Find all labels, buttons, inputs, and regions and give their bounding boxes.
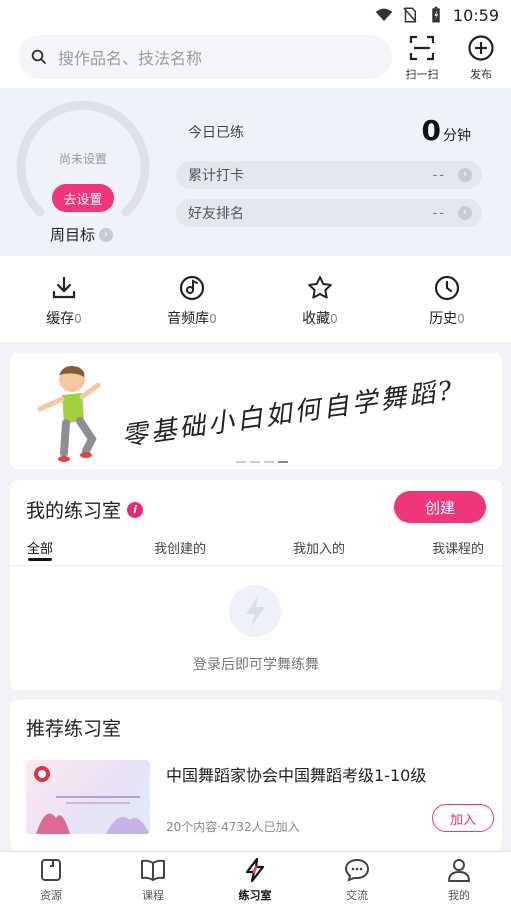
promo-banner[interactable]: 零基础小白如何自学舞蹈?	[10, 353, 502, 469]
nav-practice-room-label: 练习室	[238, 889, 272, 902]
rank-value: --	[432, 205, 446, 221]
today-practice-label: 今日已练	[188, 125, 244, 141]
favorites-label: 收藏	[302, 311, 331, 327]
room-title: 中国舞蹈家协会中国舞蹈考级1-10级	[166, 766, 427, 785]
chevron-right-icon: ›	[99, 227, 114, 242]
search-placeholder: 搜作品名、技法名称	[58, 49, 203, 68]
room-thumbnail-art	[34, 766, 150, 834]
search-input[interactable]: 搜作品名、技法名称	[18, 35, 392, 79]
my-practice-room-card: 我的练习室 i 创建 全部 我创建的 我加入的 我课程的 登录后即可学舞练舞	[10, 480, 502, 690]
practice-room-heading: 我的练习室 i	[26, 496, 144, 523]
weekly-goal-label: 周目标	[50, 226, 96, 244]
nav-profile-label: 我的	[448, 889, 470, 902]
checkin-label: 累计打卡	[188, 168, 244, 184]
audio-library-label: 音频库	[167, 311, 210, 327]
clock-icon	[434, 275, 460, 301]
checkin-row[interactable]: 累计打卡 -- ›	[176, 161, 482, 189]
scan-label: 扫一扫	[405, 68, 439, 81]
carousel-dot-active	[278, 461, 288, 463]
nav-courses[interactable]: 课程	[113, 857, 193, 903]
join-button[interactable]: 加入	[432, 804, 494, 832]
chevron-right-icon: ›	[458, 206, 472, 220]
no-sim-icon	[403, 7, 417, 23]
audio-library-count: 0	[209, 312, 217, 326]
history-count: 0	[457, 312, 465, 326]
empty-state-text: 登录后即可学舞练舞	[193, 657, 319, 673]
header: 搜作品名、技法名称 扫一扫 发布	[0, 30, 511, 88]
goal-card: 尚未设置 去设置 周目标 › 今日已练 0 分钟 累计打卡 -- › 好友排名 …	[0, 88, 511, 256]
favorites-count: 0	[330, 312, 338, 326]
friend-rank-row[interactable]: 好友排名 -- ›	[176, 199, 482, 227]
history-button[interactable]: 历史0	[407, 274, 487, 328]
scan-button[interactable]: 扫一扫	[397, 34, 447, 84]
audio-library-button[interactable]: 音频库0	[152, 274, 232, 328]
tab-all[interactable]: 全部	[27, 538, 53, 557]
carousel-dot	[264, 461, 274, 463]
history-label: 历史	[429, 311, 458, 327]
nav-profile[interactable]: 我的	[419, 857, 499, 903]
quick-actions: 缓存0 音频库0 收藏0 历史0	[0, 256, 511, 342]
recommended-title: 推荐练习室	[26, 718, 122, 740]
practice-tabs: 全部 我创建的 我加入的 我课程的	[10, 536, 502, 566]
nav-courses-label: 课程	[142, 889, 164, 902]
status-bar: 10:59	[0, 0, 511, 30]
rank-label: 好友排名	[188, 206, 244, 222]
nav-resources[interactable]: 资源	[11, 857, 91, 903]
carousel-dot	[250, 461, 260, 463]
download-icon	[52, 276, 76, 299]
active-tab-indicator	[28, 558, 52, 561]
empty-lightning-icon	[229, 585, 281, 637]
dancing-boy-illustration	[37, 366, 101, 462]
tab-created[interactable]: 我创建的	[154, 538, 206, 557]
book-icon	[141, 859, 165, 881]
user-icon	[448, 859, 470, 882]
create-button[interactable]: 创建	[394, 491, 486, 523]
publish-label: 发布	[470, 68, 492, 81]
cache-label: 缓存	[46, 311, 75, 327]
today-unit: 分钟	[443, 128, 471, 144]
tab-joined[interactable]: 我加入的	[293, 538, 345, 557]
music-disc-icon	[179, 275, 205, 301]
today-practice-value: 0 分钟	[422, 114, 471, 147]
search-icon	[31, 49, 46, 64]
cache-count: 0	[74, 312, 82, 326]
wifi-icon	[375, 8, 393, 21]
chat-icon	[344, 858, 370, 882]
recommended-rooms-card: 推荐练习室 中国舞蹈家协会中国舞蹈考级1-10级 20个内容·4732人已加入 …	[10, 700, 502, 850]
carousel-indicator	[236, 461, 288, 463]
resource-icon	[41, 859, 61, 881]
set-goal-button[interactable]: 去设置	[52, 184, 114, 212]
nav-community-label: 交流	[346, 889, 368, 902]
tab-courses[interactable]: 我课程的	[432, 538, 484, 557]
info-icon[interactable]: i	[127, 501, 144, 518]
goal-not-set-text: 尚未设置	[58, 152, 107, 166]
favorites-button[interactable]: 收藏0	[280, 274, 360, 328]
banner-title: 零基础小白如何自学舞蹈?	[119, 375, 457, 453]
gauge-ring	[16, 100, 150, 217]
recommended-room-item[interactable]: 中国舞蹈家协会中国舞蹈考级1-10级 20个内容·4732人已加入 加入	[26, 760, 494, 836]
weekly-goal-gauge: 尚未设置 去设置 周目标 ›	[14, 100, 152, 244]
practice-room-title: 我的练习室	[26, 500, 122, 522]
bottom-nav: 资源 课程 练习室 交流 我的	[0, 851, 511, 908]
room-meta: 20个内容·4732人已加入	[166, 820, 300, 834]
publish-button[interactable]: 发布	[456, 34, 506, 84]
status-time: 10:59	[452, 5, 499, 25]
today-minutes: 0	[421, 114, 441, 147]
battery-icon	[432, 6, 440, 23]
nav-resources-label: 资源	[40, 889, 62, 902]
checkin-value: --	[432, 167, 446, 183]
nav-community[interactable]: 交流	[317, 857, 397, 903]
scan-icon	[409, 35, 435, 61]
cache-button[interactable]: 缓存0	[24, 274, 104, 328]
nav-practice-room[interactable]: 练习室	[215, 857, 295, 903]
plus-circle-icon	[468, 35, 494, 61]
carousel-dot	[236, 461, 246, 463]
weekly-goal-link[interactable]: 周目标 ›	[50, 224, 114, 245]
room-thumbnail	[26, 760, 150, 834]
star-icon	[308, 276, 332, 299]
lightning-icon	[245, 857, 265, 883]
chevron-right-icon: ›	[458, 168, 472, 182]
